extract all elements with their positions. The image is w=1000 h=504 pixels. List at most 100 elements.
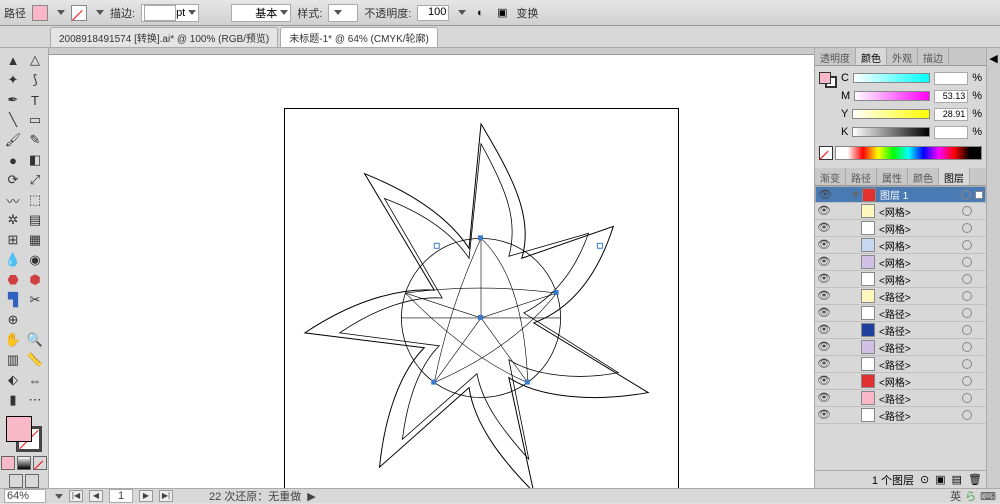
target-icon[interactable] (962, 359, 972, 369)
zoom-dropdown-icon[interactable] (55, 494, 63, 499)
paintbrush-tool[interactable]: 🖌 (2, 130, 24, 150)
tab-layers[interactable]: 图层 (939, 168, 970, 185)
brush-select[interactable]: 基本 (231, 4, 291, 22)
tab-appearance[interactable]: 外观 (887, 48, 918, 65)
new-sublayer-icon[interactable]: ▣ (935, 473, 945, 486)
target-icon[interactable] (962, 308, 972, 318)
layer-row[interactable]: 👁<路径> (815, 288, 986, 305)
fill-swatch[interactable] (32, 5, 48, 21)
target-icon[interactable] (962, 240, 972, 250)
free-transform-tool[interactable]: ⬚ (24, 190, 46, 210)
tab-attributes[interactable]: 属性 (877, 168, 908, 185)
ime-icon[interactable]: ら (965, 488, 976, 504)
last-page-btn[interactable]: ▶| (159, 490, 173, 502)
gradient-tool[interactable]: ▦ (24, 230, 46, 250)
target-icon[interactable] (962, 291, 972, 301)
m-slider[interactable] (854, 91, 930, 101)
layer-top[interactable]: 👁 ▼ 图层 1 (815, 186, 986, 203)
tab-swatches[interactable]: 颜色 (908, 168, 939, 185)
visibility-icon[interactable]: 👁 (818, 188, 832, 202)
target-icon[interactable] (962, 376, 972, 386)
lasso-tool[interactable]: ⟆ (24, 70, 46, 90)
target-icon[interactable] (962, 342, 972, 352)
direct-select-tool[interactable]: △ (24, 50, 46, 70)
transform-link[interactable]: 变换 (516, 5, 538, 21)
visibility-icon[interactable]: 👁 (817, 204, 831, 218)
fill-dropdown-icon[interactable] (57, 10, 65, 15)
tab-pathfinder[interactable]: 路径 (846, 168, 877, 185)
m-value[interactable]: 53.13 (934, 90, 968, 103)
zoom-input[interactable]: 64% (4, 489, 46, 503)
none-swatch[interactable] (819, 146, 833, 160)
first-page-btn[interactable]: |◀ (69, 490, 83, 502)
target-icon[interactable] (962, 257, 972, 267)
slice-tool[interactable]: ✂ (24, 290, 46, 310)
pencil-tool[interactable]: ✎ (24, 130, 46, 150)
target-icon[interactable] (962, 325, 972, 335)
visibility-icon[interactable]: 👁 (817, 374, 831, 388)
artboard-tool[interactable]: ▜ (2, 290, 24, 310)
align-icon[interactable]: ▣ (494, 5, 510, 21)
target-icon[interactable] (962, 206, 972, 216)
layer-row[interactable]: 👁<路径> (815, 407, 986, 424)
layer-row[interactable]: 👁<网格> (815, 254, 986, 271)
mesh-tool[interactable]: ⊞ (2, 230, 24, 250)
scale-tool[interactable]: ⤢ (24, 170, 46, 190)
opacity-input[interactable]: 100 (417, 5, 449, 21)
eraser-tool[interactable]: ◧ (24, 150, 46, 170)
warp-tool[interactable]: 〰 (2, 190, 24, 210)
gradient-mode-btn[interactable] (17, 456, 31, 470)
misc-tool[interactable]: ⋯ (24, 390, 46, 410)
visibility-icon[interactable]: 👁 (817, 289, 831, 303)
none-mode-btn[interactable] (33, 456, 47, 470)
layer-row[interactable]: 👁<网格> (815, 220, 986, 237)
recolor-icon[interactable]: ◐ (472, 5, 488, 21)
normal-screen-btn[interactable] (9, 474, 23, 488)
column-graph-tool[interactable]: ▮ (2, 390, 24, 410)
doc-tab-1[interactable]: 2008918491574 [转换].ai* @ 100% (RGB/预览) (50, 27, 278, 47)
layer-row[interactable]: 👁<网格> (815, 203, 986, 220)
panel-fill-stroke[interactable] (819, 72, 837, 88)
shape-builder-tool[interactable]: ⬖ (2, 370, 24, 390)
visibility-icon[interactable]: 👁 (817, 408, 831, 422)
measure-tool[interactable]: 📏 (24, 350, 46, 370)
tab-transparency[interactable]: 透明度 (815, 48, 856, 65)
layer-row[interactable]: 👁<路径> (815, 322, 986, 339)
blend-tool[interactable]: ◉ (24, 250, 46, 270)
locate-icon[interactable]: ⊙ (920, 473, 929, 486)
target-icon[interactable] (962, 223, 972, 233)
tab-gradient[interactable]: 渐变 (815, 168, 846, 185)
eyedropper-tool[interactable]: 💧 (2, 250, 24, 270)
status-menu-icon[interactable]: ▶ (307, 490, 315, 503)
stroke-weight-select[interactable]: pt (141, 4, 199, 22)
stroke-swatch[interactable] (71, 5, 87, 21)
k-value[interactable] (934, 126, 968, 139)
graph-tool[interactable]: ▤ (24, 210, 46, 230)
y-value[interactable]: 28.91 (934, 108, 968, 121)
live-paint-tool[interactable]: ⬣ (2, 270, 24, 290)
layer-row[interactable]: 👁<路径> (815, 305, 986, 322)
opacity-dropdown-icon[interactable] (458, 10, 466, 15)
visibility-icon[interactable]: 👁 (817, 238, 831, 252)
k-slider[interactable] (852, 127, 930, 137)
spectrum[interactable] (835, 146, 982, 160)
zoom-tool[interactable]: 🔍 (24, 330, 46, 350)
style-select[interactable] (328, 4, 358, 22)
next-page-btn[interactable]: ▶ (139, 490, 153, 502)
layer-list[interactable]: 👁 ▼ 图层 1 👁<网格>👁<网格>👁<网格>👁<网格>👁<网格>👁<路径>👁… (815, 186, 986, 470)
print-tiling-tool[interactable]: ▥ (2, 350, 24, 370)
page-input[interactable]: 1 (109, 489, 133, 503)
target-icon[interactable] (962, 393, 972, 403)
y-slider[interactable] (852, 109, 930, 119)
layer-row[interactable]: 👁<网格> (815, 237, 986, 254)
target-icon[interactable] (962, 274, 972, 284)
c-slider[interactable] (853, 73, 930, 83)
layer-row[interactable]: 👁<路径> (815, 356, 986, 373)
visibility-icon[interactable]: 👁 (817, 357, 831, 371)
type-tool[interactable]: T (24, 90, 46, 110)
blob-brush-tool[interactable]: ● (2, 150, 24, 170)
layer-row[interactable]: 👁<路径> (815, 390, 986, 407)
magic-wand-tool[interactable]: ✦ (2, 70, 24, 90)
visibility-icon[interactable]: 👁 (817, 340, 831, 354)
layer-row[interactable]: 👁<网格> (815, 373, 986, 390)
